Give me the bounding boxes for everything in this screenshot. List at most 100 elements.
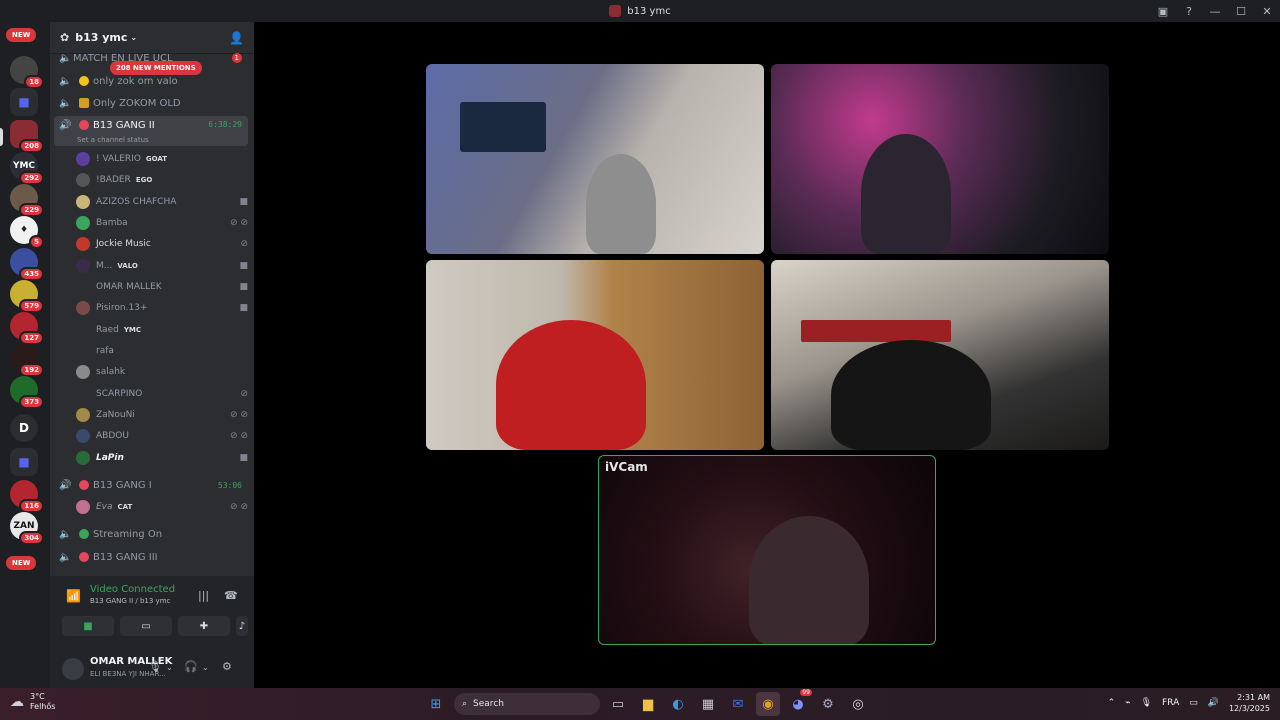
server-item[interactable]: 229 bbox=[10, 184, 44, 217]
display-icon[interactable]: ▭ bbox=[1189, 698, 1198, 708]
video-tile[interactable] bbox=[426, 260, 764, 450]
voice-user[interactable]: Raed YMC bbox=[76, 320, 248, 340]
chevron-down-icon[interactable]: ⌄ bbox=[166, 663, 173, 672]
help-icon[interactable]: ? bbox=[1176, 0, 1202, 22]
app-icon[interactable]: ◎ bbox=[846, 692, 870, 716]
server-item[interactable]: 192 bbox=[10, 344, 44, 377]
channel-zokom-old[interactable]: 🔈 Only ZOKOM OLD bbox=[54, 93, 248, 113]
avatar bbox=[76, 365, 90, 379]
voice-user[interactable]: ABDOU ⊘ ⊘ bbox=[76, 426, 248, 446]
channel-emoji bbox=[79, 76, 89, 86]
maximize-button[interactable]: ☐ bbox=[1228, 0, 1254, 22]
voice-user[interactable]: Pisiron.13+ ■ bbox=[76, 298, 248, 318]
server-item[interactable]: 127 bbox=[10, 312, 44, 345]
activities-button[interactable]: ✚ bbox=[178, 616, 230, 636]
voice-status[interactable]: Video Connected bbox=[90, 584, 175, 595]
screen-share-button[interactable]: ▭ bbox=[120, 616, 172, 636]
avatar bbox=[76, 237, 90, 251]
channel-b13-gang-i[interactable]: 🔊 B13 GANG I 53:06 bbox=[54, 475, 248, 495]
disconnect-icon[interactable]: ☎ bbox=[224, 589, 238, 602]
channel-name: B13 GANG II bbox=[93, 120, 155, 131]
avatar bbox=[76, 280, 90, 294]
signal-icon[interactable]: 📶 bbox=[66, 589, 81, 603]
store-icon[interactable]: ▦ bbox=[696, 692, 720, 716]
windows-start-icon[interactable]: ⊞ bbox=[424, 692, 448, 716]
new-pill-top[interactable]: NEW bbox=[6, 28, 37, 42]
folder-icon[interactable]: ■ bbox=[10, 88, 38, 116]
clock[interactable]: 2:31 AM 12/3/2025 bbox=[1229, 692, 1270, 714]
soundboard-button[interactable]: ♪ bbox=[236, 616, 248, 636]
user-tag: CAT bbox=[117, 503, 133, 511]
voice-user[interactable]: !BADER EGO bbox=[76, 170, 248, 190]
voice-user[interactable]: OMAR MALLEK ■ bbox=[76, 277, 248, 297]
inbox-icon[interactable]: ▣ bbox=[1150, 0, 1176, 22]
server-item[interactable]: 116 bbox=[10, 480, 44, 513]
server-item-d[interactable]: D bbox=[10, 414, 38, 442]
server-item[interactable]: YMC 292 bbox=[10, 152, 44, 185]
microphone-icon[interactable]: 🎙 bbox=[1141, 698, 1152, 708]
volume-icon[interactable]: 🔊 bbox=[1208, 698, 1219, 708]
settings-gear-icon[interactable]: ⚙ bbox=[222, 660, 232, 673]
video-tile-ivcam[interactable]: iVCam bbox=[598, 455, 936, 645]
voice-user[interactable]: ! VALERIO GOAT bbox=[76, 149, 248, 169]
chrome-icon[interactable]: ◉ bbox=[756, 692, 780, 716]
channel-streaming-on[interactable]: 🔈 Streaming On bbox=[54, 524, 248, 544]
avatar bbox=[76, 216, 90, 230]
network-icon[interactable]: ⌁ bbox=[1125, 698, 1130, 708]
microphone-icon[interactable]: 🎙 bbox=[148, 660, 162, 673]
close-button[interactable]: ✕ bbox=[1254, 0, 1280, 22]
chevron-up-icon[interactable]: ⌃ bbox=[1108, 698, 1116, 708]
voice-user[interactable]: M... VALO ■ bbox=[76, 256, 248, 276]
server-item[interactable]: 435 bbox=[10, 248, 44, 281]
discord-icon[interactable]: ◕ 99 bbox=[786, 689, 812, 716]
video-tile[interactable] bbox=[771, 260, 1109, 450]
voice-user[interactable]: LaPin ■ bbox=[76, 448, 248, 468]
voice-user[interactable]: ZaNouNi ⊘ ⊘ bbox=[76, 405, 248, 425]
server-item[interactable]: ♦ 5 bbox=[10, 216, 44, 249]
voice-user[interactable]: SCARPINO ⊘ bbox=[76, 384, 248, 404]
camera-icon: ■ bbox=[239, 282, 248, 292]
voice-user[interactable]: AZIZOS CHAFCHA ■ bbox=[76, 192, 248, 212]
title-bar: b13 ymc ▣ ? — ☐ ✕ bbox=[0, 0, 1280, 22]
server-item[interactable]: ZAN 304 bbox=[10, 512, 44, 545]
headphones-icon[interactable]: 🎧 bbox=[184, 660, 198, 673]
avatar[interactable] bbox=[62, 658, 84, 680]
file-explorer-icon[interactable]: ▆ bbox=[636, 692, 660, 716]
server-badge: 116 bbox=[19, 499, 44, 513]
channel-status-hint[interactable]: Set a channel status bbox=[77, 136, 149, 144]
user-panel: OMAR MALLEK ELI BE3NA YJI NHAR... 🎙 ⌄ 🎧 … bbox=[50, 648, 254, 688]
add-member-icon[interactable]: 👤 bbox=[229, 31, 244, 45]
taskbar-search[interactable]: ⌕ Search bbox=[454, 693, 600, 715]
user-name: !BADER bbox=[96, 175, 131, 185]
edge-icon[interactable]: ◐ bbox=[666, 692, 690, 716]
mail-icon[interactable]: ✉ bbox=[726, 692, 750, 716]
video-tile[interactable] bbox=[426, 64, 764, 254]
noise-suppression-icon[interactable]: ||| bbox=[198, 589, 209, 602]
language-indicator[interactable]: FRA bbox=[1162, 698, 1179, 708]
voice-location[interactable]: B13 GANG II / b13 ymc bbox=[90, 597, 170, 605]
voice-user[interactable]: Eva CAT ⊘ ⊘ bbox=[76, 497, 248, 517]
speaker-icon: 🔊 bbox=[59, 120, 72, 131]
server-item[interactable]: 579 bbox=[10, 280, 44, 313]
user-name: Bamba bbox=[96, 218, 128, 228]
server-item[interactable]: 373 bbox=[10, 376, 44, 409]
folder-icon[interactable]: ■ bbox=[10, 448, 38, 476]
user-name: LaPin bbox=[96, 453, 124, 463]
chevron-down-icon[interactable]: ⌄ bbox=[202, 663, 209, 672]
voice-user[interactable]: salahk bbox=[76, 362, 248, 382]
weather-place: Felhős bbox=[30, 702, 56, 711]
voice-user[interactable]: Jockie Music ⊘ bbox=[76, 234, 248, 254]
voice-user[interactable]: rafa bbox=[76, 341, 248, 361]
camera-button[interactable]: ■ bbox=[62, 616, 114, 636]
new-pill-bottom[interactable]: NEW bbox=[6, 556, 37, 570]
minimize-button[interactable]: — bbox=[1202, 0, 1228, 22]
steam-icon[interactable]: ⚙ bbox=[816, 692, 840, 716]
server-item-b13[interactable]: 208 bbox=[10, 120, 44, 153]
voice-user[interactable]: Bamba ⊘ ⊘ bbox=[76, 213, 248, 233]
video-tile[interactable] bbox=[771, 64, 1109, 254]
channel-b13-gang-iii[interactable]: 🔈 B13 GANG III bbox=[54, 547, 248, 567]
weather-widget[interactable]: ☁ 3°C Felhős bbox=[10, 692, 55, 712]
task-view-icon[interactable]: ▭ bbox=[606, 692, 630, 716]
server-item[interactable]: 18 bbox=[10, 56, 44, 89]
channel-only-zok[interactable]: 🔈 only zok om valo bbox=[54, 71, 248, 91]
